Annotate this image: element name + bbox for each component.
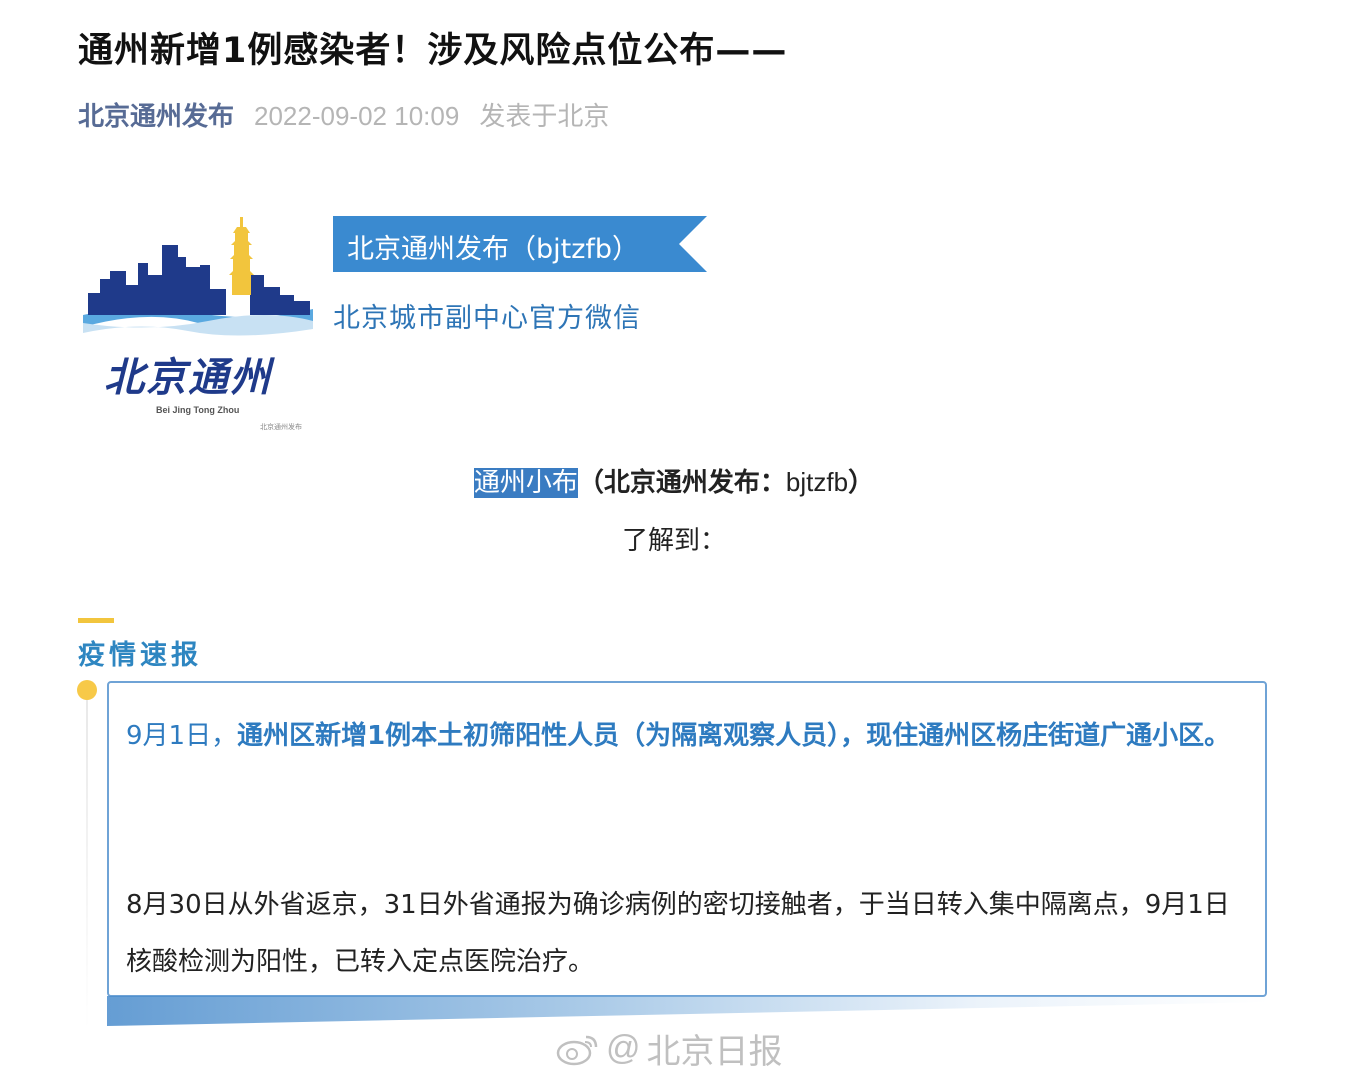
logo-calligraphy: 北京通州: [104, 354, 272, 401]
source-open: （北京通州发布：: [577, 468, 786, 498]
timeline-dot-icon: [77, 680, 97, 700]
article-meta: 北京通州发布 2022-09-02 10:09 发表于北京: [78, 96, 609, 133]
learned-text: 了解到：: [621, 526, 726, 556]
weibo-logo-icon: [556, 1035, 598, 1065]
logo-watermark-text: 北京通州发布: [260, 423, 302, 431]
watermark-text: 北京日报: [646, 1032, 783, 1072]
news-paragraph-2: 8月30日从外省返京，31日外省通报为确诊病例的密切接触者，于当日转入集中隔离点…: [126, 890, 1230, 977]
timeline-line: [86, 690, 88, 1030]
account-logo: 北京通州 Bei Jing Tong Zhou 北京通州发布: [78, 205, 318, 445]
publish-date: 2022-09-02 10:09: [254, 101, 460, 131]
section-accent-bar: [78, 618, 114, 623]
weibo-watermark: @ 北京日报: [556, 1024, 783, 1073]
account-ribbon: 北京通州发布（bjtzfb）: [333, 216, 707, 272]
logo-pinyin: Bei Jing Tong Zhou: [156, 405, 240, 415]
source-line: 通州小布（北京通州发布：bjtzfb）: [0, 462, 1348, 499]
article-title: 通州新增1例感染者！涉及风险点位公布——: [78, 31, 788, 71]
news-date: 9月1日，: [126, 721, 238, 751]
ribbon-label: 北京通州发布（bjtzfb）: [347, 234, 640, 265]
watermark-at: @: [606, 1029, 641, 1067]
news-paragraph-1: 9月1日，通州区新增1例本土初筛阳性人员（为隔离观察人员），现住通州区杨庄街道广…: [126, 708, 1246, 765]
source-handle: bjtzfb: [785, 467, 849, 497]
section-title: 疫情速报: [78, 640, 202, 671]
card-shadow-decoration: [107, 996, 1270, 1026]
publish-location: 发表于北京: [479, 102, 610, 132]
news-headline: 通州区新增1例本土初筛阳性人员（为隔离观察人员），现住通州区杨庄街道广通小区。: [237, 721, 1231, 751]
highlighted-source-name[interactable]: 通州小布: [473, 468, 578, 498]
account-slogan: 北京城市副中心官方微信: [333, 303, 641, 334]
account-name-link[interactable]: 北京通州发布: [78, 96, 234, 133]
source-close: ）: [848, 468, 875, 498]
article-page: 通州新增1例感染者！涉及风险点位公布—— 北京通州发布 2022-09-02 1…: [0, 0, 1348, 1080]
